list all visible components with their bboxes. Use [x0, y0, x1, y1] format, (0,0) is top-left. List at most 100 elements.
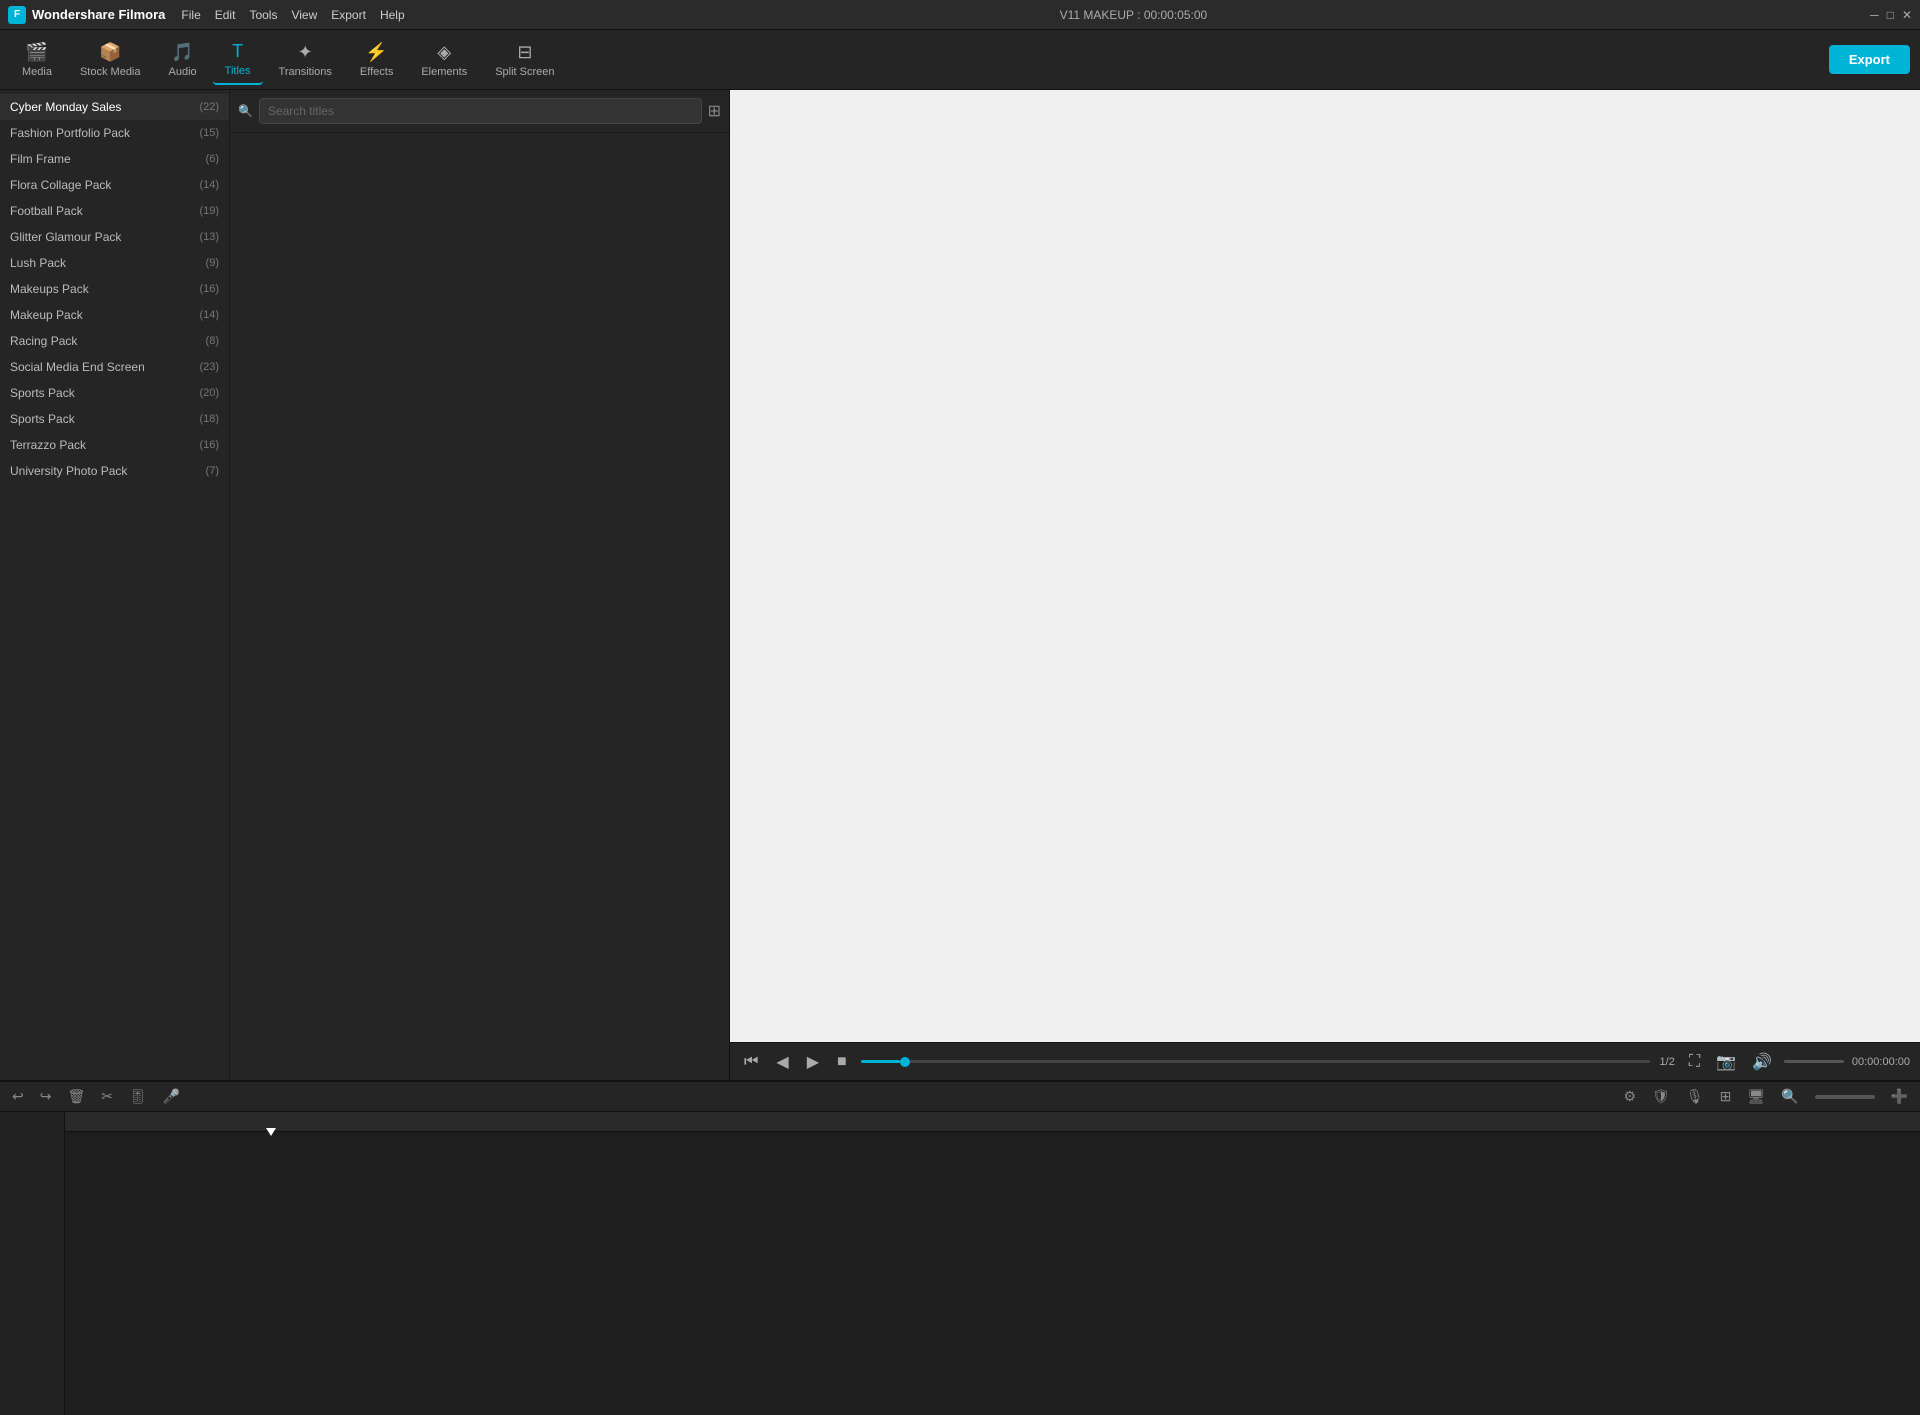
category-item-10[interactable]: Social Media End Screen (23): [0, 354, 229, 380]
play-button[interactable]: ▶: [803, 1050, 823, 1074]
audio-button[interactable]: 🎚: [125, 1086, 151, 1107]
category-count-8: (14): [199, 309, 219, 321]
category-count-11: (20): [199, 387, 219, 399]
menu-item-file[interactable]: File: [181, 8, 200, 22]
timeline-ruler: [65, 1112, 1920, 1132]
page-indicator: 1/2: [1660, 1056, 1675, 1068]
category-item-11[interactable]: Sports Pack(20): [0, 380, 229, 406]
timeline-body: [0, 1112, 1920, 1415]
category-item-9[interactable]: Racing Pack(8): [0, 328, 229, 354]
main-area: Cyber Monday Sales(22)Fashion Portfolio …: [0, 90, 1920, 1080]
effects-icon: ⚡: [365, 42, 387, 63]
toolbar-btn-elements[interactable]: ◈ Elements: [409, 35, 479, 85]
skip-back-button[interactable]: ⏮: [740, 1051, 762, 1073]
thumbnails-grid: [230, 133, 729, 1080]
delete-button[interactable]: 🗑: [63, 1086, 89, 1107]
fullscreen-button[interactable]: ⛶: [1685, 1051, 1704, 1073]
category-count-14: (7): [206, 465, 219, 477]
menu-item-help[interactable]: Help: [380, 8, 405, 22]
stock-icon: 📦: [99, 42, 121, 63]
category-item-0[interactable]: Cyber Monday Sales(22): [0, 94, 229, 120]
titles-icon: T: [232, 41, 243, 62]
preview-area: [730, 90, 1920, 1042]
zoom-slider-button[interactable]: [1815, 1095, 1875, 1099]
export-button[interactable]: Export: [1829, 45, 1910, 74]
undo-button[interactable]: ↩: [8, 1086, 28, 1107]
category-item-14[interactable]: University Photo Pack(7): [0, 458, 229, 484]
layout-button[interactable]: ⊞: [1716, 1086, 1736, 1107]
toolbar-btn-stock[interactable]: 📦Stock Media: [68, 35, 153, 85]
category-label-13: Terrazzo Pack: [10, 438, 86, 452]
redo-button[interactable]: ↪: [36, 1086, 56, 1107]
audio-icon: 🎵: [171, 42, 193, 63]
category-count-10: (23): [199, 361, 219, 373]
timeline: ↩ ↪ 🗑 ✂ 🎚 🎤 ⚙ 🛡 🎙 ⊞ 🖥 🔍 ➕: [0, 1080, 1920, 1415]
category-label-2: Film Frame: [10, 152, 71, 166]
split-icon: ⊟: [517, 42, 532, 63]
category-item-6[interactable]: Lush Pack(9): [0, 250, 229, 276]
category-item-3[interactable]: Flora Collage Pack(14): [0, 172, 229, 198]
playback-timeline[interactable]: [861, 1060, 1650, 1063]
timeline-toolbar: ↩ ↪ 🗑 ✂ 🎚 🎤 ⚙ 🛡 🎙 ⊞ 🖥 🔍 ➕: [0, 1082, 1920, 1112]
category-item-1[interactable]: Fashion Portfolio Pack(15): [0, 120, 229, 146]
grid-panel: 🔍 ⊞: [230, 90, 729, 1080]
category-label-10: Social Media End Screen: [10, 360, 145, 374]
category-count-0: (22): [199, 101, 219, 113]
transitions-label: Transitions: [279, 66, 332, 78]
playback-right-controls: ⛶ 📷 🔊 00:00:00:00: [1685, 1050, 1910, 1074]
toolbar-btn-titles[interactable]: T Titles: [213, 35, 263, 85]
monitor-button[interactable]: 🖥: [1743, 1086, 1769, 1107]
category-item-2[interactable]: Film Frame(6): [0, 146, 229, 172]
category-count-12: (18): [199, 413, 219, 425]
menu-item-edit[interactable]: Edit: [215, 8, 236, 22]
toolbar-btn-media[interactable]: 🎬Media: [10, 35, 64, 85]
settings-button[interactable]: ⚙: [1619, 1086, 1640, 1107]
toolbar-btn-audio[interactable]: 🎵 Audio: [157, 35, 209, 85]
titles-label: Titles: [225, 65, 251, 77]
cut-button[interactable]: ✂: [97, 1086, 117, 1107]
stop-button[interactable]: ■: [833, 1051, 851, 1073]
category-item-13[interactable]: Terrazzo Pack (16): [0, 432, 229, 458]
transitions-icon: ✦: [298, 42, 313, 63]
category-item-7[interactable]: Makeups Pack(16): [0, 276, 229, 302]
window-title: V11 MAKEUP : 00:00:05:00: [421, 8, 1847, 22]
elements-label: Elements: [421, 66, 467, 78]
volume-slider[interactable]: [1784, 1060, 1844, 1063]
toolbar-btn-transitions[interactable]: ✦ Transitions: [267, 35, 344, 85]
media-label: Media: [22, 66, 52, 78]
menu-item-tools[interactable]: Tools: [249, 8, 277, 22]
snapshot-button[interactable]: 📷: [1712, 1050, 1740, 1074]
category-item-4[interactable]: Football Pack(19): [0, 198, 229, 224]
maximize-button[interactable]: □: [1887, 8, 1894, 22]
category-item-5[interactable]: Glitter Glamour Pack(13): [0, 224, 229, 250]
toolbar-btn-split[interactable]: ⊟Split Screen: [483, 35, 566, 85]
audio-label: Audio: [169, 66, 197, 78]
category-label-5: Glitter Glamour Pack: [10, 230, 121, 244]
category-count-9: (8): [206, 335, 219, 347]
elements-icon: ◈: [437, 42, 451, 63]
toolbar-btn-effects[interactable]: ⚡Effects: [348, 35, 405, 85]
search-input[interactable]: [259, 98, 702, 124]
category-label-3: Flora Collage Pack: [10, 178, 111, 192]
zoom-in-tl-button[interactable]: ➕: [1887, 1086, 1912, 1107]
category-count-13: (16): [199, 439, 219, 451]
category-count-6: (9): [206, 257, 219, 269]
category-count-4: (19): [199, 205, 219, 217]
preview-canvas: [730, 90, 1920, 1042]
grid-layout-icon[interactable]: ⊞: [708, 101, 721, 121]
toolbar-buttons: 🎬Media📦Stock Media 🎵 Audio T Titles ✦ Transiti…: [10, 35, 567, 85]
minimize-button[interactable]: ─: [1870, 8, 1879, 22]
menu-item-view[interactable]: View: [291, 8, 317, 22]
category-item-8[interactable]: Makeup Pack(14): [0, 302, 229, 328]
category-item-12[interactable]: Sports Pack(18): [0, 406, 229, 432]
menu-item-export[interactable]: Export: [331, 8, 366, 22]
category-list: Cyber Monday Sales(22)Fashion Portfolio …: [0, 90, 230, 1080]
zoom-out-tl-button[interactable]: 🔍: [1777, 1086, 1802, 1107]
mic-button[interactable]: 🎙: [1682, 1086, 1708, 1107]
volume-button[interactable]: 🔊: [1748, 1050, 1776, 1074]
voice-button[interactable]: 🎤: [159, 1086, 184, 1107]
shield-button[interactable]: 🛡: [1648, 1086, 1674, 1107]
close-button[interactable]: ✕: [1902, 8, 1912, 22]
frame-back-button[interactable]: ◀: [772, 1050, 792, 1074]
timeline-progress: [861, 1060, 900, 1063]
